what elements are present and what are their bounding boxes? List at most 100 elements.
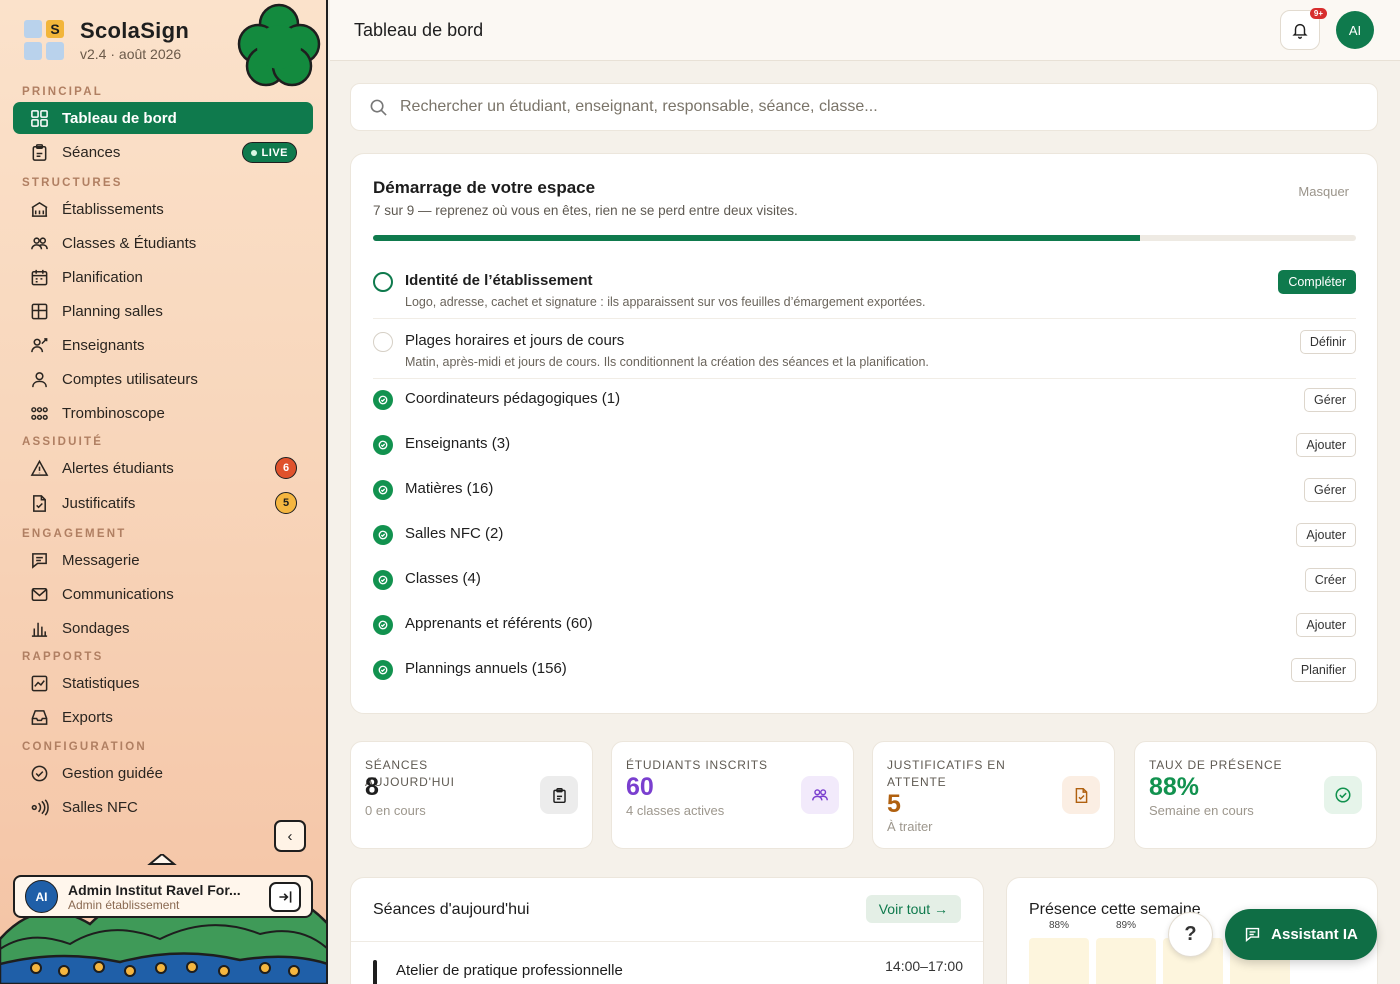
sidebar-item-alertes[interactable]: Alertes étudiants 6 [13, 452, 313, 484]
bell-icon [1292, 23, 1308, 39]
brand-name: ScolaSign [80, 18, 190, 43]
notifications-button[interactable]: 9+ [1280, 8, 1327, 50]
search-icon [370, 99, 387, 116]
step-title: Salles NFC (2) [405, 525, 504, 542]
step-title: Plannings annuels (156) [405, 660, 567, 677]
divider [373, 318, 1356, 319]
section-engagement: ENGAGEMENT [22, 528, 127, 540]
sidebar-item-label: Sondages [62, 619, 130, 637]
step-action-button[interactable]: Ajouter [1296, 523, 1356, 547]
step-title: Coordinateurs pédagogiques (1) [405, 390, 621, 407]
collapse-sidebar-button[interactable]: ‹ [274, 820, 306, 852]
stat-card-seances[interactable]: SÉANCES AUJOURD'HUI 8 0 en cours [350, 741, 593, 849]
sidebar-item-label: Messagerie [62, 551, 140, 569]
brand-version: v2.4 · août 2026 [80, 46, 182, 62]
user-role: Admin établissement [68, 897, 180, 912]
users-icon [801, 776, 839, 814]
sidebar-item-seances[interactable]: Séances LIVE [13, 136, 313, 168]
logout-button[interactable] [269, 882, 301, 912]
sidebar-item-statistiques[interactable]: Statistiques [13, 667, 313, 699]
step-title: Apprenants et référents (60) [405, 615, 593, 632]
user-card[interactable]: AI Admin Institut Ravel For... Admin éta… [13, 875, 313, 918]
search-bar [350, 83, 1378, 131]
sidebar-item-etablissements[interactable]: Établissements [13, 193, 313, 225]
alerts-count-badge: 6 [275, 457, 297, 479]
sidebar-item-label: Salles NFC [62, 798, 138, 816]
sidebar-item-label: Planification [62, 268, 143, 286]
justificatifs-count-badge: 5 [275, 492, 297, 514]
step-action-button[interactable]: Créer [1304, 568, 1356, 592]
sidebar-item-dashboard[interactable]: Tableau de bord [13, 102, 313, 134]
user-icon [32, 371, 47, 387]
step-action-button[interactable]: Définir [1299, 330, 1356, 354]
session-row[interactable]: Atelier de pratique professionnelle 14:0… [373, 958, 963, 984]
stat-value: 8 [365, 773, 379, 801]
step-done-icon [373, 390, 393, 410]
step-action-button[interactable]: Planifier [1290, 658, 1356, 682]
sidebar-item-justificatifs[interactable]: Justificatifs 5 [13, 487, 313, 519]
sidebar-item-classes[interactable]: Classes & Étudiants [13, 227, 313, 259]
sidebar-item-exports[interactable]: Exports [13, 701, 313, 733]
progress-fill [373, 235, 1140, 241]
hide-onboarding-link[interactable]: Masquer [1298, 184, 1349, 199]
stat-value: 5 [887, 790, 901, 818]
grid-icon [31, 109, 48, 127]
onboarding-progress-bar [373, 235, 1356, 241]
assistant-ia-button[interactable]: Assistant IA [1225, 909, 1377, 960]
step-action-button[interactable]: Ajouter [1296, 613, 1356, 637]
presence-bar [1029, 938, 1089, 984]
file-check-icon [1062, 776, 1100, 814]
sidebar-item-sondages[interactable]: Sondages [13, 612, 313, 644]
sidebar-item-label: Alertes étudiants [62, 459, 174, 477]
presence-bar [1096, 938, 1156, 984]
see-all-button[interactable]: Voir tout → [865, 895, 961, 923]
sidebar-item-label: Gestion guidée [62, 764, 163, 782]
stat-card-etudiants[interactable]: ÉTUDIANTS INSCRITS 60 4 classes actives [611, 741, 854, 849]
warning-icon [30, 459, 49, 476]
clover-decoration-icon [237, 3, 321, 87]
step-action-button[interactable]: Gérer [1304, 478, 1356, 502]
help-button[interactable]: ? [1168, 912, 1213, 957]
step-action-button[interactable]: Compléter [1278, 270, 1356, 294]
page-title: Tableau de bord [354, 20, 484, 40]
step-description: Matin, après-midi et jours de cours. Ils… [405, 355, 929, 369]
stat-card-justificatifs[interactable]: JUSTIFICATIFS EN ATTENTE 5 À traiter [872, 741, 1115, 849]
chat-icon [1245, 927, 1260, 942]
sidebar-item-communications[interactable]: Communications [13, 578, 313, 610]
sidebar-item-label: Tableau de bord [62, 109, 177, 127]
sidebar-item-planification[interactable]: Planification [13, 261, 313, 293]
session-time: 14:00–17:00 [885, 958, 963, 974]
avatar[interactable]: AI [1336, 11, 1374, 49]
divider [373, 378, 1356, 379]
sidebar-item-comptes[interactable]: Comptes utilisateurs [13, 363, 313, 395]
sidebar-item-label: Planning salles [62, 302, 163, 320]
section-principal: PRINCIPAL [22, 86, 103, 98]
sidebar-item-label: Justificatifs [62, 494, 136, 512]
sidebar-item-gestion-guidee[interactable]: Gestion guidée [13, 757, 313, 789]
step-pending-icon [373, 332, 393, 352]
search-input[interactable] [400, 98, 1300, 116]
stat-card-presence[interactable]: TAUX DE PRÉSENCE 88% Semaine en cours [1134, 741, 1377, 849]
step-title: Enseignants (3) [405, 435, 511, 452]
step-action-button[interactable]: Gérer [1304, 388, 1356, 412]
building-icon [31, 201, 48, 217]
mail-icon [31, 587, 48, 601]
user-name: Admin Institut Ravel For... [68, 881, 241, 898]
stat-sub: 4 classes actives [626, 803, 725, 818]
sidebar-item-trombinoscope[interactable]: Trombinoscope [13, 397, 313, 429]
stat-label: TAUX DE PRÉSENCE [1149, 758, 1283, 772]
sidebar-item-salles-nfc[interactable]: Salles NFC [13, 791, 313, 823]
step-title: Identité de l’établissement [405, 272, 593, 289]
sidebar-item-messagerie[interactable]: Messagerie [13, 544, 313, 576]
teacher-icon [31, 337, 48, 352]
live-badge: LIVE [241, 142, 297, 163]
stat-label: SÉANCES AUJOURD'HUI [365, 758, 455, 789]
hills-decoration [0, 854, 326, 984]
sidebar-item-label: Enseignants [62, 336, 145, 354]
sidebar-item-label: Exports [62, 708, 113, 726]
step-action-button[interactable]: Ajouter [1296, 433, 1356, 457]
sidebar-item-planning-salles[interactable]: Planning salles [13, 295, 313, 327]
today-sessions-panel: Séances d'aujourd'hui Voir tout → Atelie… [350, 877, 984, 984]
divider [351, 941, 983, 942]
sidebar-item-enseignants[interactable]: Enseignants [13, 329, 313, 361]
